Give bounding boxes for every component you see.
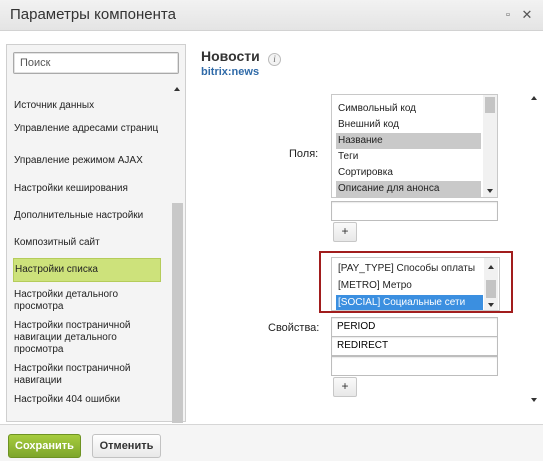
scroll-down-icon[interactable] bbox=[531, 398, 537, 402]
search-field[interactable] bbox=[13, 52, 179, 74]
list-item[interactable]: Внешний код bbox=[336, 117, 481, 133]
scroll-down-icon[interactable] bbox=[487, 189, 493, 193]
property-input-redirect[interactable]: REDIRECT bbox=[331, 336, 498, 356]
cancel-button[interactable]: Отменить bbox=[92, 434, 161, 458]
list-item[interactable]: Теги bbox=[336, 149, 481, 165]
add-property-button[interactable]: + bbox=[333, 377, 357, 397]
footer: Сохранить Отменить bbox=[0, 424, 543, 461]
main-scrollbar[interactable] bbox=[527, 94, 541, 406]
properties-label: Свойства: bbox=[268, 322, 320, 334]
close-icon[interactable]: ✕ bbox=[519, 7, 535, 23]
sidebar-item-detail-pagination[interactable]: Настройки постраничной навигации детальн… bbox=[14, 320, 161, 356]
sidebar-scroll-thumb[interactable] bbox=[172, 203, 183, 423]
title-bar: Параметры компонента ▫ ✕ bbox=[0, 0, 543, 31]
search-input[interactable] bbox=[14, 53, 178, 73]
sidebar-item-caching[interactable]: Настройки кеширования bbox=[14, 183, 161, 195]
list-item[interactable]: Описание для анонса bbox=[336, 181, 481, 197]
sidebar-item-url-management[interactable]: Управление адресами страниц bbox=[14, 123, 161, 135]
sidebar-item-ajax-mode[interactable]: Управление режимом AJAX bbox=[14, 155, 161, 167]
highlight-frame bbox=[319, 251, 513, 313]
sidebar-item-composite-site[interactable]: Композитный сайт bbox=[14, 237, 161, 249]
sidebar-item-pagination[interactable]: Настройки постраничной навигации bbox=[14, 363, 161, 387]
property-input-period[interactable]: PERIOD bbox=[331, 317, 498, 337]
list-item[interactable]: Символьный код bbox=[336, 101, 481, 117]
property-input-empty[interactable] bbox=[331, 356, 498, 376]
fields-text-input[interactable] bbox=[331, 201, 498, 221]
fields-label: Поля: bbox=[289, 148, 319, 160]
save-button[interactable]: Сохранить bbox=[8, 434, 81, 458]
info-icon[interactable]: i bbox=[268, 53, 281, 66]
list-item[interactable]: Название bbox=[336, 133, 481, 149]
list-item[interactable]: Сортировка bbox=[336, 165, 481, 181]
sidebar-item-404-settings[interactable]: Настройки 404 ошибки bbox=[14, 394, 161, 406]
add-field-button[interactable]: + bbox=[333, 222, 357, 242]
component-code: bitrix:news bbox=[201, 66, 260, 78]
sidebar-scrollbar[interactable] bbox=[170, 83, 184, 423]
sidebar: Источник данных Управление адресами стра… bbox=[6, 44, 186, 423]
fields-listbox[interactable]: Символьный код Внешний код Название Теги… bbox=[331, 94, 498, 198]
sidebar-item-data-source[interactable]: Источник данных bbox=[14, 100, 161, 112]
sidebar-item-detail-view[interactable]: Настройки детального просмотра bbox=[14, 289, 161, 313]
scroll-up-icon[interactable] bbox=[531, 96, 537, 100]
scroll-up-icon[interactable] bbox=[174, 87, 180, 91]
fields-scrollbar[interactable] bbox=[483, 95, 497, 197]
minimize-icon[interactable]: ▫ bbox=[500, 7, 516, 23]
window-title: Параметры компонента bbox=[10, 6, 176, 23]
sidebar-item-list-settings[interactable]: Настройки списка bbox=[13, 258, 161, 282]
sidebar-item-additional-settings[interactable]: Дополнительные настройки bbox=[14, 210, 161, 222]
fields-scroll-thumb[interactable] bbox=[485, 97, 495, 113]
page-title: Новости bbox=[201, 48, 260, 64]
